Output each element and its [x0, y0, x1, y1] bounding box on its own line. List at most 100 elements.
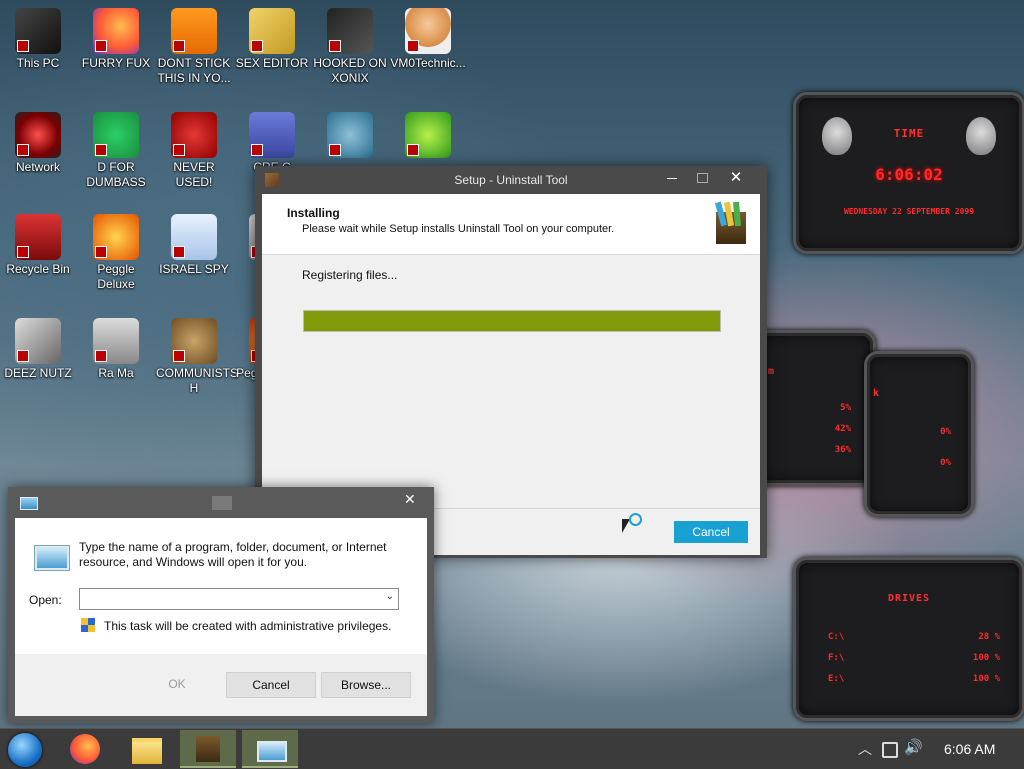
- recycle-bin-icon: [15, 214, 61, 260]
- network-icon: [15, 112, 61, 158]
- desktop-icon-peggle-deluxe[interactable]: Peggle Deluxe: [78, 214, 154, 292]
- setup-progress-bar: [303, 310, 721, 332]
- network-widget-title: k: [873, 388, 881, 399]
- start-button[interactable]: [0, 730, 56, 768]
- setup-header: Installing Please wait while Setup insta…: [262, 194, 760, 255]
- maximize-button[interactable]: [687, 168, 717, 190]
- system-value-3: 36%: [834, 445, 851, 455]
- taskbar: ︿ 🔊 6:06 AM: [0, 728, 1024, 769]
- desktop-icon-label: Network: [15, 160, 60, 174]
- desktop-icon-label: FURRY FUX: [81, 56, 151, 70]
- open-combobox[interactable]: ⌄: [79, 588, 399, 610]
- drive-c-value: 28 %: [978, 632, 1000, 642]
- desktop-icon-label: Peggle Deluxe: [97, 262, 135, 291]
- desktop-icon-d-for-dumbass[interactable]: D FOR DUMBASS: [78, 112, 154, 190]
- setup-titlebar[interactable]: Setup - Uninstall Tool ✕: [255, 166, 767, 194]
- setup-cancel-button[interactable]: Cancel: [674, 521, 748, 543]
- network-value-1: 0%: [940, 427, 951, 437]
- run-close-icon[interactable]: ✕: [404, 491, 416, 508]
- desktop-icon-unlabeled-11[interactable]: [390, 112, 466, 160]
- desktop-icon-sex-editor[interactable]: SEX EDITOR: [234, 8, 310, 71]
- elf-icon: [327, 112, 373, 158]
- shortcut-badge-icon: [17, 144, 29, 156]
- desktop-icon-label: NEVER USED!: [173, 160, 215, 189]
- desktop-icon-this-pc[interactable]: This PC: [0, 8, 76, 71]
- lime-icon: [405, 112, 451, 158]
- desktop-icon-unlabeled-10[interactable]: [312, 112, 388, 160]
- desktop-icon-dont-stick-this-in-yo[interactable]: DONT STICK THIS IN YO...: [156, 8, 232, 86]
- desktop-icon-label: Ra Ma: [98, 366, 134, 380]
- setup-heading: Installing: [287, 206, 340, 220]
- hxd-editor-icon: [249, 8, 295, 54]
- desktop-icon-never-used[interactable]: NEVER USED!: [156, 112, 232, 190]
- spotify-icon: [93, 112, 139, 158]
- file-explorer-icon: [132, 738, 162, 764]
- run-top-panel: Type the name of a program, folder, docu…: [15, 518, 427, 654]
- uac-shield-icon: [81, 618, 95, 632]
- shortcut-badge-icon: [251, 40, 263, 52]
- desktop-icon-label: This PC: [16, 56, 60, 70]
- drives-widget-title: DRIVES: [887, 593, 931, 604]
- drive-c-label: C:\: [828, 632, 845, 642]
- shortcut-badge-icon: [407, 40, 419, 52]
- run-cancel-button[interactable]: Cancel: [226, 672, 316, 698]
- drive-e-label: E:\: [828, 674, 845, 684]
- shortcut-badge-icon: [173, 246, 185, 258]
- network-tray-icon[interactable]: [882, 742, 898, 758]
- shortcut-badge-icon: [173, 40, 185, 52]
- run-client: Type the name of a program, folder, docu…: [15, 518, 427, 716]
- chevron-down-icon[interactable]: ⌄: [386, 591, 394, 602]
- desktop-icon-network[interactable]: Network: [0, 112, 76, 175]
- ok-button[interactable]: OK: [135, 672, 219, 696]
- doctor-avatar-icon: [405, 8, 451, 54]
- shortcut-badge-icon: [95, 144, 107, 156]
- desktop-icon-hooked-on-xonix[interactable]: HOOKED ON XONIX: [312, 8, 388, 86]
- close-button[interactable]: ✕: [721, 168, 751, 190]
- taskbar-uninstall-tool[interactable]: [180, 730, 236, 768]
- desktop-icon-deez-nutz[interactable]: DEEZ NUTZ: [0, 318, 76, 381]
- desktop-icon-communists-h[interactable]: COMMUNISTS H: [156, 318, 238, 396]
- setup-status: Registering files...: [302, 268, 398, 282]
- time-widget-clock: 6:06:02: [875, 165, 943, 184]
- system-widget: em 5% 42% 36%: [752, 330, 876, 486]
- run-app-icon: [20, 497, 38, 510]
- browse-button[interactable]: Browse...: [321, 672, 411, 698]
- desktop-icon-vm0technic[interactable]: VM0Technic...: [390, 8, 466, 71]
- firefox-icon: [93, 8, 139, 54]
- desktop-icon-recycle-bin[interactable]: Recycle Bin: [0, 214, 76, 277]
- drive-f-value: 100 %: [972, 653, 1000, 663]
- drive-f-label: F:\: [828, 653, 845, 663]
- shortcut-badge-icon: [17, 246, 29, 258]
- taskbar-clock[interactable]: 6:06 AM: [944, 741, 995, 757]
- shortcut-badge-icon: [95, 246, 107, 258]
- desktop-icon-label: Recycle Bin: [6, 262, 70, 276]
- network-value-2: 0%: [940, 458, 951, 468]
- open-label: Open:: [29, 593, 62, 607]
- desktop-icon-label: COMMUNISTS H: [156, 366, 238, 395]
- drive-e-value: 100 %: [972, 674, 1000, 684]
- shortcut-badge-icon: [329, 144, 341, 156]
- drives-widget: DRIVES C:\ 28 % F:\ 100 % E:\ 100 %: [793, 557, 1024, 721]
- desktop-icon-label: SEX EDITOR: [235, 56, 309, 70]
- volume-icon[interactable]: 🔊: [904, 738, 923, 756]
- setup-progress-fill: [304, 311, 720, 331]
- desktop-icon-label: DEEZ NUTZ: [4, 366, 72, 380]
- minimize-button[interactable]: [657, 168, 687, 190]
- desktop-icon-israel-spy[interactable]: ISRAEL SPY: [156, 214, 232, 277]
- desktop-icon-ra-ma[interactable]: Ra Ma: [78, 318, 154, 381]
- busy-cursor-icon: [622, 513, 642, 537]
- uninstall-tool-icon: [196, 736, 220, 762]
- taskbar-file-explorer[interactable]: [118, 730, 174, 768]
- dev-cpp-icon: [171, 112, 217, 158]
- desktop-icon-furry-fux[interactable]: FURRY FUX: [78, 8, 154, 71]
- run-title: [212, 496, 232, 510]
- uninstall-tool-box-icon: [712, 201, 750, 246]
- shortcut-badge-icon: [95, 40, 107, 52]
- shortcut-badge-icon: [17, 350, 29, 362]
- chevron-up-icon[interactable]: ︿: [858, 739, 872, 759]
- taskbar-firefox[interactable]: [58, 730, 114, 768]
- time-widget-title: TIME: [893, 127, 925, 140]
- xonix-game-icon: [327, 8, 373, 54]
- taskbar-run-dialog[interactable]: [242, 730, 298, 768]
- system-value-2: 42%: [834, 424, 851, 434]
